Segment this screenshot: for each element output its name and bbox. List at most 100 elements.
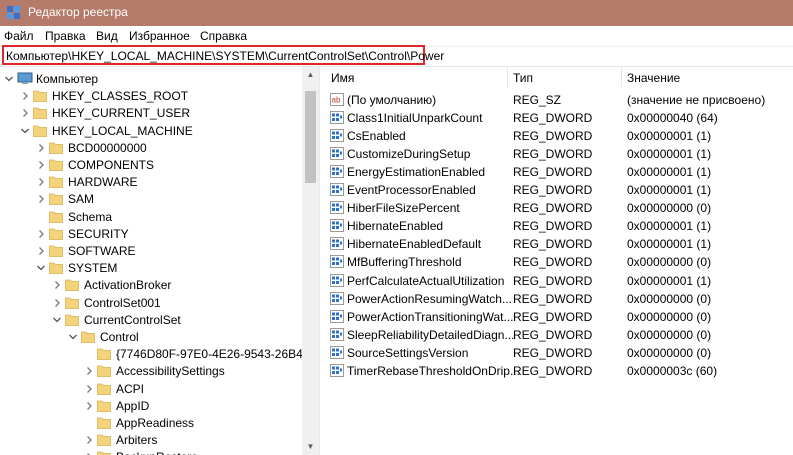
- chevron-down-icon[interactable]: [52, 315, 62, 325]
- chevron-right-icon[interactable]: [36, 246, 46, 256]
- tree-item[interactable]: CurrentControlSet: [0, 311, 302, 329]
- value-row[interactable]: PerfCalculateActualUtilization REG_DWORD 0…: [325, 272, 793, 290]
- value-data: 0x00000001 (1): [627, 129, 712, 144]
- tree-item[interactable]: HKEY_CLASSES_ROOT: [0, 87, 302, 105]
- folder-icon: [33, 106, 47, 120]
- column-header-name[interactable]: Имя: [331, 71, 354, 91]
- folder-icon: [65, 278, 79, 292]
- chevron-down-icon[interactable]: [4, 74, 14, 84]
- tree-item[interactable]: Компьютер: [0, 70, 302, 88]
- tree-item-label: Schema: [68, 209, 113, 224]
- binary-value-icon: [330, 201, 344, 215]
- value-type: REG_DWORD: [513, 165, 593, 180]
- folder-icon: [49, 141, 63, 154]
- tree-item[interactable]: Arbiters: [0, 431, 302, 449]
- menu-favorites[interactable]: Избранное: [129, 29, 190, 43]
- binary-value-icon: [330, 309, 344, 323]
- value-row[interactable]: HibernateEnabled REG_DWORD 0x00000001 (1): [325, 217, 793, 235]
- tree-item[interactable]: Schema: [0, 208, 302, 226]
- tree-item[interactable]: COMPONENTS: [0, 156, 302, 174]
- value-name: MfBufferingThreshold: [347, 255, 462, 270]
- column-separator[interactable]: [507, 67, 508, 87]
- tree-item-label: {7746D80F-97E0-4E26-9543-26B41FC2: [116, 347, 302, 362]
- tree-item[interactable]: SYSTEM: [0, 259, 302, 277]
- chevron-right-icon[interactable]: [52, 280, 62, 290]
- binary-value-icon: [330, 363, 344, 377]
- tree-item[interactable]: SAM: [0, 190, 302, 208]
- key-tree: Компьютер HKEY_CLASSES_ROOT HKEY_CURRENT_U…: [0, 67, 302, 455]
- title-bar: Редактор реестра: [0, 0, 793, 26]
- value-row[interactable]: Class1InitialUnparkCount REG_DWORD 0x00000…: [325, 109, 793, 127]
- value-row[interactable]: CsEnabled REG_DWORD 0x00000001 (1): [325, 127, 793, 145]
- chevron-right-icon[interactable]: [36, 143, 46, 153]
- chevron-right-icon[interactable]: [20, 91, 30, 101]
- tree-item[interactable]: AppID: [0, 397, 302, 415]
- value-row[interactable]: PowerActionResumingWatch... REG_DWORD 0x00…: [325, 290, 793, 308]
- chevron-right-icon[interactable]: [36, 177, 46, 187]
- tree-item[interactable]: HKEY_LOCAL_MACHINE: [0, 122, 302, 140]
- value-row[interactable]: MfBufferingThreshold REG_DWORD 0x00000000 …: [325, 253, 793, 271]
- tree-item[interactable]: ActivationBroker: [0, 276, 302, 294]
- value-row[interactable]: ab (По умолчанию) REG_SZ (значение не присв…: [325, 91, 793, 109]
- tree-item[interactable]: {7746D80F-97E0-4E26-9543-26B41FC2: [0, 345, 302, 363]
- chevron-down-icon[interactable]: [36, 263, 46, 273]
- chevron-right-icon[interactable]: [84, 435, 94, 445]
- value-row[interactable]: HibernateEnabledDefault REG_DWORD 0x000000…: [325, 235, 793, 253]
- chevron-right-icon[interactable]: [36, 160, 46, 170]
- value-row[interactable]: TimerRebaseThresholdOnDrip... REG_DWORD 0x…: [325, 362, 793, 380]
- scroll-thumb[interactable]: [305, 91, 316, 183]
- tree-item[interactable]: AppReadiness: [0, 414, 302, 432]
- chevron-right-icon[interactable]: [36, 194, 46, 204]
- value-name: HiberFileSizePercent: [347, 201, 460, 216]
- value-row[interactable]: EventProcessorEnabled REG_DWORD 0x00000001…: [325, 181, 793, 199]
- tree-item[interactable]: SOFTWARE: [0, 242, 302, 260]
- menu-file[interactable]: Файл: [4, 29, 34, 43]
- tree-item-label: HKEY_CURRENT_USER: [52, 106, 191, 121]
- chevron-right-icon[interactable]: [84, 401, 94, 411]
- tree-item[interactable]: ControlSet001: [0, 294, 302, 312]
- column-separator[interactable]: [621, 67, 622, 87]
- tree-item-label: HARDWARE: [68, 175, 138, 190]
- tree-item[interactable]: BCD00000000: [0, 139, 302, 157]
- folder-icon: [97, 364, 111, 378]
- scroll-up-icon[interactable]: ▲: [302, 67, 319, 83]
- value-type: REG_DWORD: [513, 273, 593, 288]
- binary-value-icon: [330, 327, 344, 341]
- value-row[interactable]: EnergyEstimationEnabled REG_DWORD 0x000000…: [325, 163, 793, 181]
- value-row[interactable]: CustomizeDuringSetup REG_DWORD 0x00000001 …: [325, 145, 793, 163]
- value-row[interactable]: PowerActionTransitioningWat... REG_DWORD 0…: [325, 308, 793, 326]
- folder-icon: [97, 382, 111, 395]
- chevron-right-icon[interactable]: [20, 108, 30, 118]
- tree-item[interactable]: ACPI: [0, 380, 302, 398]
- folder-icon: [65, 296, 79, 309]
- value-data: 0x00000000 (0): [627, 291, 712, 306]
- menu-view[interactable]: Вид: [96, 29, 118, 43]
- chevron-right-icon[interactable]: [84, 384, 94, 394]
- value-name: SourceSettingsVersion: [347, 345, 469, 360]
- address-bar[interactable]: Компьютер\HKEY_LOCAL_MACHINE\SYSTEM\Curr…: [2, 45, 444, 65]
- tree-item[interactable]: HKEY_CURRENT_USER: [0, 104, 302, 122]
- column-header-type[interactable]: Тип: [513, 71, 533, 91]
- tree-item[interactable]: BackupRestore: [0, 448, 302, 455]
- value-row[interactable]: SleepReliabilityDetailedDiagn... REG_DWOR…: [325, 326, 793, 344]
- tree-item[interactable]: HARDWARE: [0, 173, 302, 191]
- chevron-right-icon[interactable]: [36, 229, 46, 239]
- menu-help[interactable]: Справка: [200, 29, 247, 43]
- value-row[interactable]: SourceSettingsVersion REG_DWORD 0x00000000…: [325, 344, 793, 362]
- chevron-right-icon[interactable]: [52, 298, 62, 308]
- value-row[interactable]: HiberFileSizePercent REG_DWORD 0x00000000 …: [325, 199, 793, 217]
- scroll-down-icon[interactable]: ▼: [302, 439, 319, 455]
- value-data: 0x00000000 (0): [627, 327, 712, 342]
- chevron-right-icon[interactable]: [84, 366, 94, 376]
- chevron-down-icon[interactable]: [68, 332, 78, 342]
- chevron-down-icon[interactable]: [20, 126, 30, 136]
- binary-value-icon: [330, 165, 344, 179]
- menu-edit[interactable]: Правка: [45, 29, 86, 43]
- menu-bar: Файл Правка Вид Избранное Справка: [0, 26, 793, 47]
- column-header-value[interactable]: Значение: [627, 71, 680, 91]
- tree-item[interactable]: AccessibilitySettings: [0, 362, 302, 380]
- tree-scrollbar[interactable]: ▲ ▼: [302, 67, 319, 455]
- binary-value-icon: [330, 291, 344, 305]
- tree-item[interactable]: SECURITY: [0, 225, 302, 243]
- tree-item[interactable]: Control: [0, 328, 302, 346]
